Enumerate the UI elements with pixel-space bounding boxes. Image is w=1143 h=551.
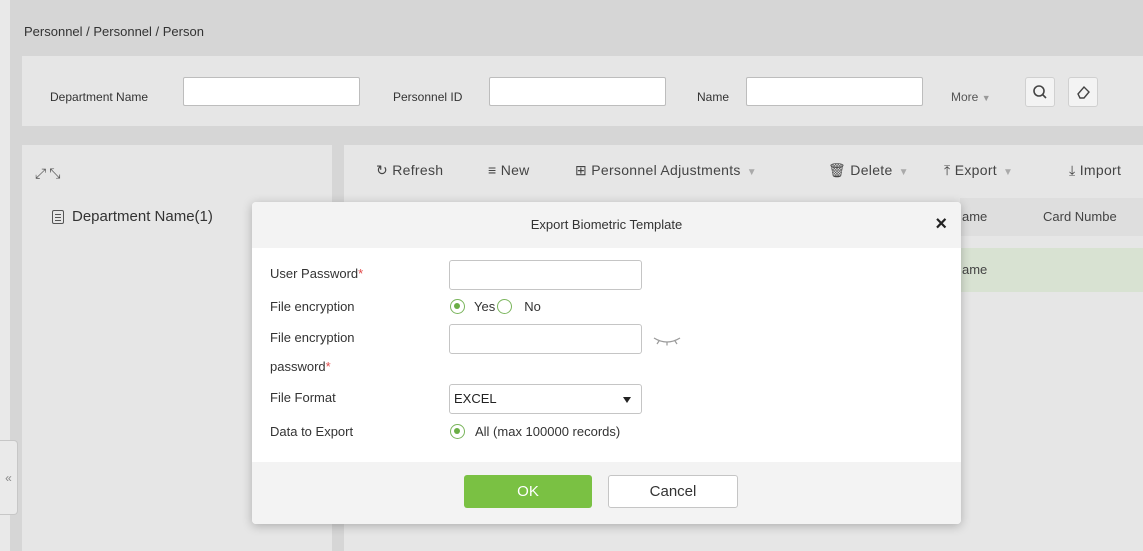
file-format-label: File Format xyxy=(270,390,336,405)
tree-node-department[interactable]: Department Name(1) xyxy=(52,208,213,225)
export-all-radio[interactable] xyxy=(450,424,465,439)
personnel-adjustments-button[interactable]: ⊞ Personnel Adjustments ▼ xyxy=(575,162,757,179)
encryption-password-input[interactable] xyxy=(449,324,642,354)
department-name-label: Department Name xyxy=(50,90,149,104)
encryption-password-label-text: password xyxy=(270,359,326,374)
more-label: More xyxy=(951,90,979,104)
adjustments-icon: ⊞ xyxy=(575,162,588,178)
close-icon[interactable]: × xyxy=(935,213,947,236)
refresh-button[interactable]: ↻ Refresh xyxy=(376,162,443,179)
caret-down-icon: ▼ xyxy=(981,93,991,103)
file-encryption-label: File encryption xyxy=(270,299,355,314)
eraser-icon xyxy=(1077,85,1090,99)
dialog-footer xyxy=(252,462,961,524)
table-row[interactable] xyxy=(960,248,1143,292)
import-label: Import xyxy=(1079,162,1122,178)
encryption-password-label-line2: password* xyxy=(270,359,331,374)
tree-expand-collapse: ⤢⤡ xyxy=(35,165,63,182)
user-password-label: User Password* xyxy=(270,266,363,281)
dialog-title: Export Biometric Template xyxy=(530,217,683,232)
export-button[interactable]: ⤒ Export ▼ xyxy=(944,162,1013,179)
export-biometric-template-dialog: Export Biometric Template × User Passwor… xyxy=(252,202,961,524)
data-to-export-options: All (max 100000 records) xyxy=(450,424,620,439)
file-format-select[interactable]: EXCEL xyxy=(449,384,642,414)
search-icon xyxy=(1033,85,1047,99)
adjustments-label: Personnel Adjustments xyxy=(591,162,741,178)
column-header-card-number[interactable]: Card Numbe xyxy=(1043,209,1117,224)
new-icon: ≡ xyxy=(488,162,497,178)
search-button[interactable] xyxy=(1025,77,1055,107)
caret-down-icon: ▼ xyxy=(746,167,757,178)
caret-down-icon: ▼ xyxy=(1002,167,1014,178)
breadcrumb: Personnel / Personnel / Person xyxy=(24,24,204,39)
encryption-no-label: No xyxy=(524,299,541,314)
department-name-input[interactable] xyxy=(183,77,360,106)
ok-button[interactable]: OK xyxy=(464,475,592,508)
caret-down-icon xyxy=(623,397,631,403)
column-header-name[interactable]: ame xyxy=(962,209,987,224)
export-all-label: All (max 100000 records) xyxy=(475,424,621,439)
encryption-password-label: File encryption xyxy=(270,330,355,345)
personnel-id-label: Personnel ID xyxy=(393,90,463,104)
required-mark: * xyxy=(358,266,364,281)
upload-icon: ⤒ xyxy=(944,162,951,178)
sidebar-toggle-button[interactable]: « xyxy=(0,440,18,515)
trash-icon: 🗑 xyxy=(828,162,847,178)
double-chevron-left-icon: « xyxy=(5,470,12,485)
file-encryption-options: Yes No xyxy=(450,299,541,314)
import-button[interactable]: ⤓ Import xyxy=(1069,162,1121,179)
download-icon: ⤓ xyxy=(1069,162,1076,178)
new-button[interactable]: ≡ New xyxy=(488,162,530,178)
file-format-value: EXCEL xyxy=(454,391,497,406)
clear-button[interactable] xyxy=(1068,77,1098,107)
delete-button[interactable]: 🗑 Delete ▼ xyxy=(828,162,909,179)
encryption-yes-radio[interactable] xyxy=(450,299,465,314)
export-label: Export xyxy=(954,162,997,178)
dialog-header: Export Biometric Template × xyxy=(252,202,961,248)
user-password-label-text: User Password xyxy=(270,266,359,281)
name-label: Name xyxy=(697,90,730,104)
table-cell: ame xyxy=(962,262,988,277)
refresh-label: Refresh xyxy=(392,162,444,178)
tree-node-label: Department Name(1) xyxy=(72,208,213,225)
required-mark: * xyxy=(325,359,331,374)
eye-closed-icon[interactable] xyxy=(652,333,684,347)
name-input[interactable] xyxy=(746,77,923,106)
expand-icon[interactable]: ⤢ xyxy=(35,165,49,181)
data-to-export-label: Data to Export xyxy=(270,424,354,439)
caret-down-icon: ▼ xyxy=(898,167,909,178)
refresh-icon: ↻ xyxy=(376,162,389,178)
more-dropdown[interactable]: More ▼ xyxy=(951,90,991,104)
delete-label: Delete xyxy=(850,162,893,178)
collapse-icon[interactable]: ⤡ xyxy=(49,165,63,181)
user-password-input[interactable] xyxy=(449,260,642,290)
cancel-button[interactable]: Cancel xyxy=(608,475,738,508)
encryption-yes-label: Yes xyxy=(474,299,496,314)
personnel-id-input[interactable] xyxy=(489,77,666,106)
new-label: New xyxy=(500,162,530,178)
encryption-no-radio[interactable] xyxy=(497,299,513,314)
document-icon xyxy=(52,209,64,224)
